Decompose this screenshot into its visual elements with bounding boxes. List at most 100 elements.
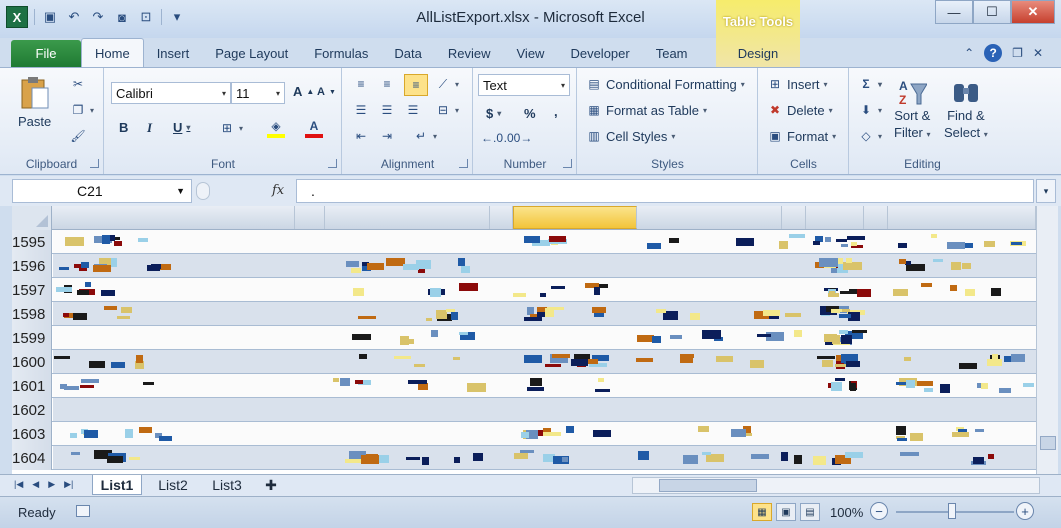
row-number[interactable]: 1601 — [12, 374, 52, 398]
percent-button[interactable]: % — [524, 106, 536, 121]
zoom-level[interactable]: 100% — [830, 505, 863, 520]
row-cells[interactable] — [53, 254, 1036, 277]
tab-home[interactable]: Home — [81, 38, 144, 67]
clear-button[interactable]: ◇ ▾ — [858, 128, 882, 144]
vertical-scrollbar[interactable] — [1036, 206, 1058, 474]
tab-developer[interactable]: Developer — [557, 40, 642, 67]
insert-function-icon[interactable]: fx — [272, 183, 284, 198]
worksheet-grid[interactable]: 1595 1596 1597 1598 1599 1600 1601 1602 1603 1604 — [12, 206, 1036, 474]
insert-cells-button[interactable]: ⊞ Insert ▾ — [767, 76, 828, 92]
decrease-indent-button[interactable]: ⇤ — [353, 128, 369, 144]
close-button[interactable]: ✕ — [1011, 0, 1055, 24]
tab-insert[interactable]: Insert — [144, 40, 203, 67]
tab-file[interactable]: File — [11, 40, 81, 67]
shrink-font-button[interactable]: A ▼ — [317, 86, 336, 98]
horizontal-scroll-thumb[interactable] — [659, 479, 757, 492]
tab-data[interactable]: Data — [381, 40, 434, 67]
increase-indent-button[interactable]: ⇥ — [379, 128, 395, 144]
row-number[interactable]: 1599 — [12, 326, 52, 350]
column-header[interactable] — [295, 206, 325, 229]
table-row[interactable]: 1600 — [12, 350, 1036, 374]
column-header[interactable] — [490, 206, 513, 229]
zoom-slider-knob[interactable] — [948, 503, 956, 519]
row-cells[interactable] — [53, 398, 1036, 421]
fill-color-button[interactable]: ◈ — [267, 118, 285, 138]
row-cells[interactable] — [53, 350, 1036, 373]
restore-window-icon[interactable]: ❐ — [1012, 46, 1023, 60]
tab-formulas[interactable]: Formulas — [301, 40, 381, 67]
autosum-button[interactable]: Σ ▾ — [858, 76, 882, 92]
fill-button[interactable]: ⬇ ▾ — [858, 102, 882, 118]
row-cells[interactable] — [53, 326, 1036, 349]
tab-design[interactable]: Design — [716, 40, 800, 67]
comma-button[interactable]: , — [554, 104, 558, 119]
table-row[interactable]: 1597 — [12, 278, 1036, 302]
find-select-button[interactable]: Find & Select ▾ — [944, 76, 988, 140]
column-header[interactable] — [864, 206, 888, 229]
increase-decimal-button[interactable]: ←.0 — [481, 130, 503, 146]
clipboard-launcher-icon[interactable] — [90, 159, 99, 168]
last-sheet-icon[interactable]: ▶| — [64, 479, 73, 490]
align-center-button[interactable]: ☰ — [379, 102, 395, 118]
row-number[interactable]: 1598 — [12, 302, 52, 326]
format-as-table-button[interactable]: ▦ Format as Table ▾ — [586, 102, 707, 118]
table-row[interactable]: 1604 — [12, 446, 1036, 470]
row-cells[interactable] — [53, 230, 1036, 253]
alignment-launcher-icon[interactable] — [459, 159, 468, 168]
column-header[interactable] — [806, 206, 864, 229]
table-row[interactable]: 1601 — [12, 374, 1036, 398]
currency-button[interactable]: $ ▾ — [486, 106, 501, 121]
font-size-combo[interactable]: 11 ▾ — [231, 82, 285, 104]
column-header[interactable] — [325, 206, 490, 229]
vertical-scroll-thumb[interactable] — [1040, 436, 1056, 450]
conditional-formatting-button[interactable]: ▤ Conditional Formatting ▾ — [586, 76, 744, 92]
row-number[interactable]: 1604 — [12, 446, 52, 470]
row-cells[interactable] — [53, 374, 1036, 397]
table-row[interactable]: 1596 — [12, 254, 1036, 278]
table-row[interactable]: 1603 — [12, 422, 1036, 446]
minimize-button[interactable]: — — [935, 0, 973, 24]
number-format-combo[interactable]: Text ▾ — [478, 74, 570, 96]
decrease-decimal-button[interactable]: .00→ — [504, 130, 533, 146]
italic-button[interactable]: I — [147, 120, 152, 136]
row-number[interactable]: 1602 — [12, 398, 52, 422]
row-cells[interactable] — [53, 446, 1036, 469]
zoom-out-button[interactable]: − — [870, 502, 888, 520]
tab-review[interactable]: Review — [435, 40, 504, 67]
formula-bar-splitter[interactable] — [196, 182, 210, 200]
format-painter-button[interactable]: 🖌 — [70, 128, 86, 144]
row-cells[interactable] — [53, 422, 1036, 445]
row-number[interactable]: 1595 — [12, 230, 52, 254]
align-bottom-button[interactable]: ≡ — [404, 74, 428, 96]
row-cells[interactable] — [53, 302, 1036, 325]
sheet-tab-list3[interactable]: List3 — [202, 475, 252, 495]
sort-filter-button[interactable]: AZ Sort & Filter ▾ — [894, 76, 931, 140]
table-row[interactable]: 1599 — [12, 326, 1036, 350]
page-layout-view-button[interactable]: ▣ — [776, 503, 796, 521]
underline-button[interactable]: U ▾ — [173, 120, 190, 135]
font-launcher-icon[interactable] — [328, 159, 337, 168]
row-number[interactable]: 1597 — [12, 278, 52, 302]
page-break-view-button[interactable]: ▤ — [800, 503, 820, 521]
insert-worksheet-icon[interactable]: ✚ — [258, 475, 284, 495]
font-color-button[interactable]: A — [305, 118, 323, 138]
column-header[interactable] — [782, 206, 806, 229]
row-number[interactable]: 1600 — [12, 350, 52, 374]
bold-button[interactable]: B — [119, 120, 128, 135]
grow-font-button[interactable]: A ▲ — [293, 84, 314, 99]
column-header[interactable] — [637, 206, 782, 229]
column-header[interactable] — [888, 206, 1036, 229]
align-left-button[interactable]: ☰ — [353, 102, 369, 118]
row-number[interactable]: 1596 — [12, 254, 52, 278]
format-cells-button[interactable]: ▣ Format ▾ — [767, 128, 836, 144]
wrap-text-button[interactable]: ↵ ▾ — [413, 128, 437, 144]
column-header[interactable] — [53, 206, 295, 229]
cell-styles-button[interactable]: ▥ Cell Styles ▾ — [586, 128, 675, 144]
prev-sheet-icon[interactable]: ◀ — [32, 479, 39, 490]
expand-formula-bar-icon[interactable]: ▾ — [1036, 179, 1056, 203]
horizontal-scrollbar[interactable] — [632, 477, 1040, 494]
number-launcher-icon[interactable] — [563, 159, 572, 168]
align-right-button[interactable]: ☰ — [405, 102, 421, 118]
sheet-tab-list1[interactable]: List1 — [92, 475, 142, 495]
table-row[interactable]: 1595 — [12, 230, 1036, 254]
